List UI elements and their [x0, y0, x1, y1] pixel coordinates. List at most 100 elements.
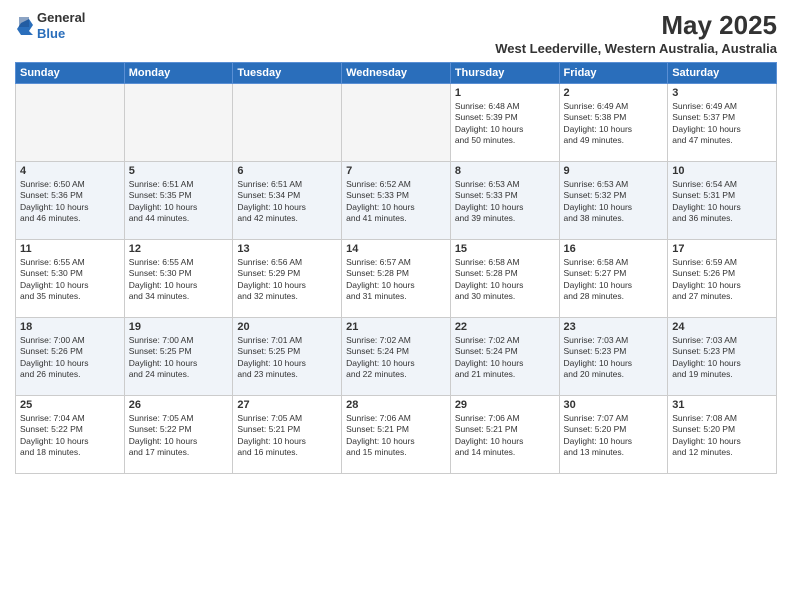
calendar-cell: 9 Sunrise: 6:53 AMSunset: 5:32 PMDaylight…: [559, 162, 668, 240]
day-number: 25: [20, 399, 120, 411]
calendar-cell: 24 Sunrise: 7:03 AMSunset: 5:23 PMDayligh…: [668, 318, 777, 396]
day-number: 28: [346, 399, 446, 411]
calendar-week-row: 18 Sunrise: 7:00 AMSunset: 5:26 PMDayligh…: [16, 318, 777, 396]
day-info: Sunrise: 6:58 AMSunset: 5:27 PMDaylight:…: [564, 257, 664, 303]
calendar-cell: 11 Sunrise: 6:55 AMSunset: 5:30 PMDayligh…: [16, 240, 125, 318]
calendar-cell: 4Sunrise: 6:50 AMSunset: 5:36 PMDaylight…: [16, 162, 125, 240]
day-number: 14: [346, 243, 446, 255]
day-info: Sunrise: 6:55 AMSunset: 5:30 PMDaylight:…: [20, 257, 120, 303]
day-number: 13: [237, 243, 337, 255]
day-number: 26: [129, 399, 229, 411]
day-info: Sunrise: 6:54 AMSunset: 5:31 PMDaylight:…: [672, 179, 772, 225]
calendar-cell: 27 Sunrise: 7:05 AMSunset: 5:21 PMDayligh…: [233, 396, 342, 474]
day-info: Sunrise: 7:08 AMSunset: 5:20 PMDaylight:…: [672, 413, 772, 459]
day-number: 20: [237, 321, 337, 333]
logo-general: General: [37, 10, 85, 25]
calendar-cell: 20 Sunrise: 7:01 AMSunset: 5:25 PMDayligh…: [233, 318, 342, 396]
day-info: Sunrise: 6:49 AMSunset: 5:37 PMDaylight:…: [672, 101, 772, 147]
calendar-cell: 28 Sunrise: 7:06 AMSunset: 5:21 PMDayligh…: [342, 396, 451, 474]
day-number: 21: [346, 321, 446, 333]
calendar-week-row: 25 Sunrise: 7:04 AMSunset: 5:22 PMDayligh…: [16, 396, 777, 474]
calendar-cell: 26Sunrise: 7:05 AMSunset: 5:22 PMDayligh…: [124, 396, 233, 474]
day-number: 17: [672, 243, 772, 255]
calendar-cell: [233, 84, 342, 162]
calendar-cell: 15Sunrise: 6:58 AMSunset: 5:28 PMDayligh…: [450, 240, 559, 318]
day-number: 11: [20, 243, 120, 255]
day-number: 3: [672, 87, 772, 99]
calendar-cell: 18 Sunrise: 7:00 AMSunset: 5:26 PMDayligh…: [16, 318, 125, 396]
logo-blue: Blue: [37, 26, 65, 41]
day-info: Sunrise: 6:53 AMSunset: 5:33 PMDaylight:…: [455, 179, 555, 225]
day-info: Sunrise: 7:06 AMSunset: 5:21 PMDaylight:…: [455, 413, 555, 459]
day-info: Sunrise: 7:02 AMSunset: 5:24 PMDaylight:…: [346, 335, 446, 381]
calendar-cell: 14 Sunrise: 6:57 AMSunset: 5:28 PMDayligh…: [342, 240, 451, 318]
day-number: 10: [672, 165, 772, 177]
logo-icon: [15, 17, 33, 35]
day-info: Sunrise: 7:05 AMSunset: 5:21 PMDaylight:…: [237, 413, 337, 459]
day-info: Sunrise: 6:49 AMSunset: 5:38 PMDaylight:…: [564, 101, 664, 147]
day-info: Sunrise: 6:51 AMSunset: 5:35 PMDaylight:…: [129, 179, 229, 225]
calendar-cell: 3 Sunrise: 6:49 AMSunset: 5:37 PMDaylight…: [668, 84, 777, 162]
day-info: Sunrise: 7:04 AMSunset: 5:22 PMDaylight:…: [20, 413, 120, 459]
day-number: 2: [564, 87, 664, 99]
weekday-header: Friday: [559, 63, 668, 84]
day-info: Sunrise: 6:55 AMSunset: 5:30 PMDaylight:…: [129, 257, 229, 303]
day-info: Sunrise: 7:03 AMSunset: 5:23 PMDaylight:…: [672, 335, 772, 381]
calendar-cell: [342, 84, 451, 162]
weekday-header: Monday: [124, 63, 233, 84]
calendar-cell: 29 Sunrise: 7:06 AMSunset: 5:21 PMDayligh…: [450, 396, 559, 474]
day-info: Sunrise: 6:51 AMSunset: 5:34 PMDaylight:…: [237, 179, 337, 225]
day-info: Sunrise: 7:01 AMSunset: 5:25 PMDaylight:…: [237, 335, 337, 381]
day-info: Sunrise: 6:53 AMSunset: 5:32 PMDaylight:…: [564, 179, 664, 225]
logo: General Blue: [15, 10, 85, 41]
day-number: 31: [672, 399, 772, 411]
day-number: 5: [129, 165, 229, 177]
day-info: Sunrise: 7:03 AMSunset: 5:23 PMDaylight:…: [564, 335, 664, 381]
weekday-header: Tuesday: [233, 63, 342, 84]
calendar-cell: 23 Sunrise: 7:03 AMSunset: 5:23 PMDayligh…: [559, 318, 668, 396]
calendar-cell: 8Sunrise: 6:53 AMSunset: 5:33 PMDaylight…: [450, 162, 559, 240]
weekday-header: Wednesday: [342, 63, 451, 84]
page: General Blue May 2025 West Leederville, …: [0, 0, 792, 612]
calendar-cell: 25 Sunrise: 7:04 AMSunset: 5:22 PMDayligh…: [16, 396, 125, 474]
calendar-cell: 13Sunrise: 6:56 AMSunset: 5:29 PMDayligh…: [233, 240, 342, 318]
day-number: 16: [564, 243, 664, 255]
calendar-cell: 17 Sunrise: 6:59 AMSunset: 5:26 PMDayligh…: [668, 240, 777, 318]
day-number: 6: [237, 165, 337, 177]
calendar-table: SundayMondayTuesdayWednesdayThursdayFrid…: [15, 62, 777, 474]
calendar-cell: 30Sunrise: 7:07 AMSunset: 5:20 PMDayligh…: [559, 396, 668, 474]
day-number: 27: [237, 399, 337, 411]
day-info: Sunrise: 7:00 AMSunset: 5:25 PMDaylight:…: [129, 335, 229, 381]
logo-text: General Blue: [37, 10, 85, 41]
month-title: May 2025: [495, 10, 777, 41]
day-number: 30: [564, 399, 664, 411]
day-info: Sunrise: 7:00 AMSunset: 5:26 PMDaylight:…: [20, 335, 120, 381]
header: General Blue May 2025 West Leederville, …: [15, 10, 777, 56]
calendar-week-row: 1 Sunrise: 6:48 AMSunset: 5:39 PMDaylight…: [16, 84, 777, 162]
day-number: 4: [20, 165, 120, 177]
calendar-cell: 5 Sunrise: 6:51 AMSunset: 5:35 PMDaylight…: [124, 162, 233, 240]
day-info: Sunrise: 6:59 AMSunset: 5:26 PMDaylight:…: [672, 257, 772, 303]
day-number: 22: [455, 321, 555, 333]
calendar-week-row: 4Sunrise: 6:50 AMSunset: 5:36 PMDaylight…: [16, 162, 777, 240]
day-info: Sunrise: 6:48 AMSunset: 5:39 PMDaylight:…: [455, 101, 555, 147]
calendar-cell: 2 Sunrise: 6:49 AMSunset: 5:38 PMDaylight…: [559, 84, 668, 162]
calendar-cell: 12 Sunrise: 6:55 AMSunset: 5:30 PMDayligh…: [124, 240, 233, 318]
subtitle: West Leederville, Western Australia, Aus…: [495, 41, 777, 56]
header-row: SundayMondayTuesdayWednesdayThursdayFrid…: [16, 63, 777, 84]
day-number: 1: [455, 87, 555, 99]
day-info: Sunrise: 6:52 AMSunset: 5:33 PMDaylight:…: [346, 179, 446, 225]
day-info: Sunrise: 6:57 AMSunset: 5:28 PMDaylight:…: [346, 257, 446, 303]
day-number: 24: [672, 321, 772, 333]
calendar-cell: 6 Sunrise: 6:51 AMSunset: 5:34 PMDaylight…: [233, 162, 342, 240]
day-number: 12: [129, 243, 229, 255]
day-info: Sunrise: 7:02 AMSunset: 5:24 PMDaylight:…: [455, 335, 555, 381]
day-number: 18: [20, 321, 120, 333]
weekday-header: Sunday: [16, 63, 125, 84]
day-info: Sunrise: 7:06 AMSunset: 5:21 PMDaylight:…: [346, 413, 446, 459]
day-number: 23: [564, 321, 664, 333]
day-number: 9: [564, 165, 664, 177]
calendar-cell: 10 Sunrise: 6:54 AMSunset: 5:31 PMDayligh…: [668, 162, 777, 240]
day-number: 29: [455, 399, 555, 411]
day-number: 7: [346, 165, 446, 177]
